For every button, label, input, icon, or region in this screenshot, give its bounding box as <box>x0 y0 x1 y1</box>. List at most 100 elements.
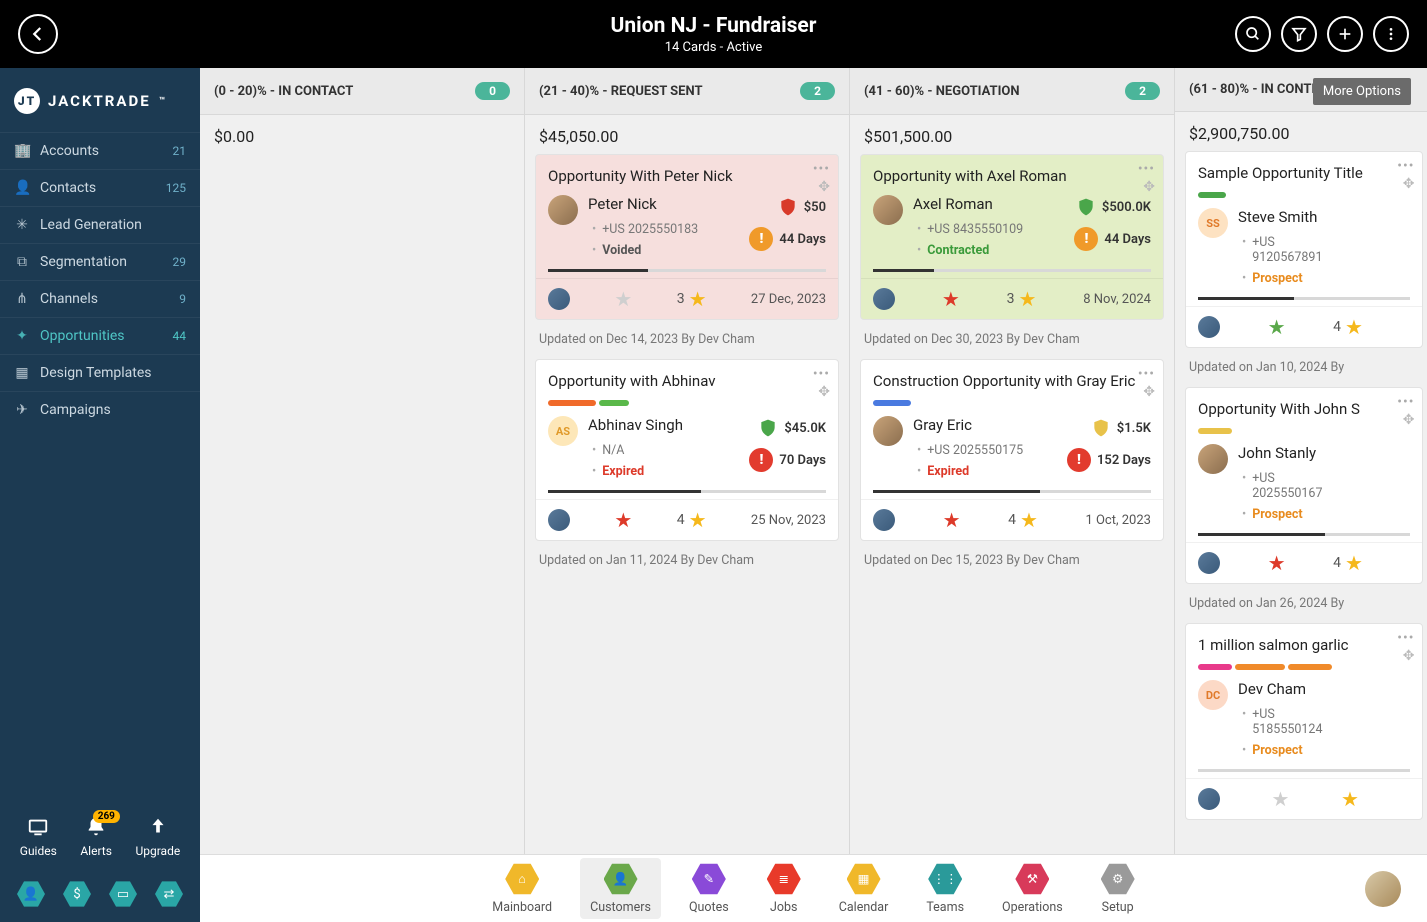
nav-setup[interactable]: ⚙Setup <box>1091 858 1145 919</box>
contact-status: Prospect <box>1252 507 1302 522</box>
sidebar-icon: ⧉ <box>14 254 30 270</box>
drag-handle-icon[interactable]: ✥ <box>818 179 830 195</box>
more-options-button[interactable] <box>1373 16 1409 52</box>
nav-calendar[interactable]: ▦Calendar <box>829 858 899 919</box>
card-date: 27 Dec, 2023 <box>751 292 826 307</box>
card-days: 70 Days <box>779 453 826 468</box>
guides-button[interactable]: Guides <box>20 816 57 858</box>
contact-status: Prospect <box>1252 271 1302 286</box>
opportunity-card[interactable]: ••• ✥ Sample Opportunity Title SS Steve … <box>1185 151 1423 348</box>
column-title: (41 - 60)% - NEGOTIATION <box>864 84 1020 99</box>
add-button[interactable] <box>1327 16 1363 52</box>
kebab-icon <box>1383 26 1399 42</box>
opportunity-card[interactable]: ••• ✥ 1 million salmon garlic DC Dev Cha… <box>1185 623 1423 820</box>
rating-star-icon: ★ <box>1345 551 1363 575</box>
card-menu-button[interactable]: ••• <box>1397 630 1414 646</box>
opportunity-card[interactable]: ••• ✥ Opportunity With John S John Stanl… <box>1185 387 1423 584</box>
nav-icon: ⋮⋮ <box>928 862 962 896</box>
hex-action-4[interactable]: ⇄ <box>155 880 183 908</box>
card-rating: 3 ★ <box>1007 287 1037 311</box>
opportunity-card[interactable]: ••• ✥ Opportunity With Peter Nick Peter … <box>535 154 839 320</box>
drag-handle-icon[interactable]: ✥ <box>1143 384 1155 400</box>
column-header: (0 - 20)% - IN CONTACT 0 <box>200 68 524 115</box>
search-button[interactable] <box>1235 16 1271 52</box>
column-header: (41 - 60)% - NEGOTIATION 2 <box>850 68 1174 115</box>
column-title: (0 - 20)% - IN CONTACT <box>214 84 353 99</box>
drag-handle-icon[interactable]: ✥ <box>818 384 830 400</box>
hex-action-2[interactable]: $ <box>63 880 91 908</box>
kanban-column: (0 - 20)% - IN CONTACT 0 $0.00 <box>200 68 525 854</box>
sidebar-item-channels[interactable]: ⋔Channels9 <box>0 280 200 317</box>
opportunity-card[interactable]: ••• ✥ Construction Opportunity with Gray… <box>860 359 1164 541</box>
sidebar-item-count: 21 <box>173 144 187 158</box>
hex-action-1[interactable]: 👤 <box>17 880 45 908</box>
opportunity-card[interactable]: ••• ✥ Opportunity with Axel Roman Axel R… <box>860 154 1164 320</box>
card-menu-button[interactable]: ••• <box>1397 394 1414 410</box>
logo-icon: JT <box>14 88 40 114</box>
card-value: $45.0K <box>784 421 826 436</box>
card-updated-text: Updated on Dec 15, 2023 By Dev Cham <box>860 549 1164 580</box>
top-header: Union NJ - Fundraiser 14 Cards - Active <box>0 0 1427 68</box>
sidebar-item-contacts[interactable]: 👤Contacts125 <box>0 169 200 206</box>
brand-text: JACKTRADE <box>48 92 151 110</box>
shield-icon <box>1076 195 1096 219</box>
priority-star-icon[interactable]: ★ <box>614 287 632 311</box>
nav-icon: ≣ <box>767 862 801 896</box>
column-total: $45,050.00 <box>525 115 849 154</box>
priority-star-icon[interactable]: ★ <box>614 508 632 532</box>
kanban-column: (61 - 80)% - IN CONTRACT $2,900,750.00 •… <box>1175 68 1427 854</box>
owner-avatar <box>1198 552 1220 574</box>
priority-star-icon[interactable]: ★ <box>1272 787 1290 811</box>
drag-handle-icon[interactable]: ✥ <box>1403 176 1415 192</box>
drag-handle-icon[interactable]: ✥ <box>1143 179 1155 195</box>
priority-star-icon[interactable]: ★ <box>1268 315 1286 339</box>
column-count-pill: 0 <box>475 82 510 100</box>
filter-button[interactable] <box>1281 16 1317 52</box>
card-menu-button[interactable]: ••• <box>1138 366 1155 382</box>
priority-star-icon[interactable]: ★ <box>943 508 961 532</box>
brand-logo[interactable]: JT JACKTRADE™ <box>0 68 200 132</box>
nav-jobs[interactable]: ≣Jobs <box>757 858 811 919</box>
alerts-button[interactable]: 269 Alerts <box>80 816 112 858</box>
sidebar-item-accounts[interactable]: 🏢Accounts21 <box>0 132 200 169</box>
upgrade-button[interactable]: Upgrade <box>135 816 180 858</box>
contact-name: John Stanly <box>1238 444 1322 462</box>
card-menu-button[interactable]: ••• <box>1138 161 1155 177</box>
contact-status: Prospect <box>1252 743 1302 758</box>
sidebar: JT JACKTRADE™ 🏢Accounts21👤Contacts125✳Le… <box>0 68 200 922</box>
column-count-pill: 2 <box>1125 82 1160 100</box>
nav-teams[interactable]: ⋮⋮Teams <box>916 858 974 919</box>
sidebar-item-opportunities[interactable]: ✦Opportunities44 <box>0 317 200 354</box>
sidebar-item-lead-generation[interactable]: ✳Lead Generation <box>0 206 200 243</box>
user-avatar[interactable] <box>1365 871 1401 907</box>
sidebar-item-segmentation[interactable]: ⧉Segmentation29 <box>0 243 200 280</box>
sidebar-icon: ✈ <box>14 402 30 418</box>
drag-handle-icon[interactable]: ✥ <box>1403 648 1415 664</box>
contact-status: Expired <box>927 464 969 479</box>
card-title: Opportunity with Axel Roman <box>873 167 1151 185</box>
opportunity-card[interactable]: ••• ✥ Opportunity with Abhinav AS Abhina… <box>535 359 839 541</box>
nav-quotes[interactable]: ✎Quotes <box>679 858 739 919</box>
rating-star-icon: ★ <box>1020 508 1038 532</box>
priority-star-icon[interactable]: ★ <box>1268 551 1286 575</box>
nav-mainboard[interactable]: ⌂Mainboard <box>482 858 562 919</box>
contact-avatar <box>548 195 578 225</box>
sidebar-item-campaigns[interactable]: ✈Campaigns <box>0 391 200 428</box>
back-button[interactable] <box>18 14 58 54</box>
nav-customers[interactable]: 👤Customers <box>580 858 661 919</box>
card-rating: 4 ★ <box>1333 551 1363 575</box>
upgrade-icon <box>147 816 169 838</box>
nav-operations[interactable]: ⚒Operations <box>992 858 1073 919</box>
sidebar-icon: ✦ <box>14 328 30 344</box>
card-rating: ★ <box>1341 787 1359 811</box>
card-menu-button[interactable]: ••• <box>1397 158 1414 174</box>
contact-status: Expired <box>602 464 644 479</box>
card-menu-button[interactable]: ••• <box>813 366 830 382</box>
card-menu-button[interactable]: ••• <box>813 161 830 177</box>
hex-action-3[interactable]: ▭ <box>109 880 137 908</box>
priority-star-icon[interactable]: ★ <box>942 287 960 311</box>
drag-handle-icon[interactable]: ✥ <box>1403 412 1415 428</box>
sidebar-item-design-templates[interactable]: ▦Design Templates <box>0 354 200 391</box>
nav-icon: ⚙ <box>1101 862 1135 896</box>
contact-phone: +US 2025550175 <box>917 440 1057 461</box>
